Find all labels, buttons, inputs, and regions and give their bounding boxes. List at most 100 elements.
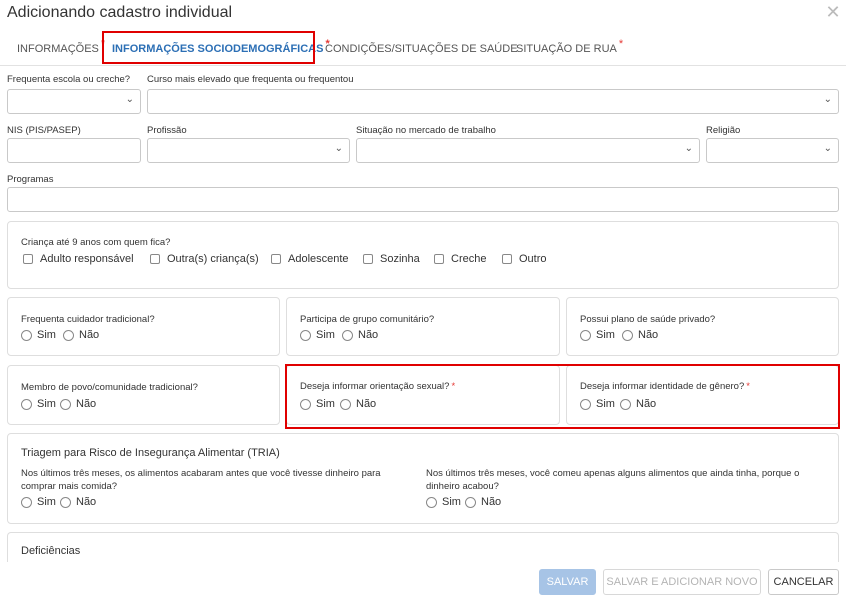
profissao-select[interactable]: ⌄ (147, 138, 350, 163)
radio-icon (60, 398, 71, 410)
mercado-trabalho-label: Situação no mercado de trabalho (356, 125, 496, 136)
programas-label: Programas (7, 174, 54, 185)
radio-label: Sim (37, 329, 56, 341)
radio-icon (21, 329, 32, 341)
checkbox-outro[interactable]: Outro (502, 253, 547, 265)
radio-icon (342, 329, 353, 341)
tab-label: SITUAÇÃO DE RUA (516, 43, 617, 55)
checkbox-icon (502, 254, 512, 264)
option-label: Outra(s) criança(s) (167, 253, 259, 265)
dialog-title: Adicionando cadastro individual (7, 4, 233, 21)
checkbox-adolescente[interactable]: Adolescente (271, 253, 349, 265)
radio-icon (465, 496, 476, 508)
option-label: Creche (451, 253, 487, 265)
deficiencias-title: Deficiências (21, 545, 81, 557)
radio-icon (580, 329, 591, 341)
nis-input[interactable] (7, 138, 141, 163)
chevron-down-icon: ⌄ (823, 94, 832, 105)
grupo-card: Participa de grupo comunitário? Sim Não (286, 297, 560, 356)
cuidador-radio-sim[interactable]: Sim (21, 329, 56, 341)
religiao-select[interactable]: ⌄ (706, 138, 839, 163)
curso-label: Curso mais elevado que frequenta ou freq… (147, 74, 354, 85)
radio-label: Não (79, 329, 100, 341)
checkbox-icon (434, 254, 444, 264)
radio-label: Sim (37, 496, 56, 508)
cuidador-question: Frequenta cuidador tradicional? (21, 314, 155, 325)
grupo-radio-nao[interactable]: Não (342, 329, 378, 341)
radio-label: Não (76, 398, 97, 410)
chevron-down-icon: ⌄ (334, 143, 343, 154)
religiao-label: Religião (706, 125, 741, 136)
radio-label: Sim (596, 329, 615, 341)
option-label: Adulto responsável (40, 253, 134, 265)
profissao-label: Profissão (147, 125, 187, 136)
tria-q2-radio-nao[interactable]: Não (465, 496, 501, 508)
crianca-question: Criança até 9 anos com quem fica? (21, 237, 171, 248)
tria-question-2: Nos últimos três meses, você comeu apena… (426, 468, 800, 492)
povo-radio-sim[interactable]: Sim (21, 398, 56, 410)
cuidador-card: Frequenta cuidador tradicional? Sim Não (7, 297, 280, 356)
option-label: Adolescente (288, 253, 349, 265)
radio-icon (21, 496, 32, 508)
radio-label: Sim (442, 496, 461, 508)
checkbox-outras-criancas[interactable]: Outra(s) criança(s) (150, 253, 259, 265)
cuidador-radio-nao[interactable]: Não (63, 329, 99, 341)
nis-label: NIS (PIS/PASEP) (7, 125, 81, 136)
radio-label: Não (358, 329, 379, 341)
radio-label: Não (76, 496, 97, 508)
grupo-radio-sim[interactable]: Sim (300, 329, 335, 341)
povo-card: Membro de povo/comunidade tradicional? S… (7, 365, 280, 425)
curso-select[interactable]: ⌄ (147, 89, 839, 114)
mercado-trabalho-select[interactable]: ⌄ (356, 138, 700, 163)
frequenta-escola-label: Frequenta escola ou creche? (7, 74, 131, 85)
radio-icon (300, 329, 311, 341)
checkbox-icon (271, 254, 281, 264)
checkbox-icon (23, 254, 33, 264)
required-questions-highlight (285, 364, 840, 429)
tria-question-1: Nos últimos três meses, os alimentos aca… (21, 468, 381, 492)
radio-label: Sim (37, 398, 56, 410)
checkbox-adulto-responsavel[interactable]: Adulto responsável (23, 253, 134, 265)
plano-radio-nao[interactable]: Não (622, 329, 658, 341)
chevron-down-icon: ⌄ (125, 94, 134, 105)
tab-label: INFORMAÇÕES (17, 43, 99, 55)
checkbox-sozinha[interactable]: Sozinha (363, 253, 420, 265)
plano-radio-sim[interactable]: Sim (580, 329, 615, 341)
required-marker: * (618, 38, 624, 50)
checkbox-creche[interactable]: Creche (434, 253, 486, 265)
crianca-card: Criança até 9 anos com quem fica? Adulto… (7, 221, 839, 289)
chevron-down-icon: ⌄ (823, 143, 832, 154)
tab-label: CONDIÇÕES/SITUAÇÕES DE SAÚDE (325, 43, 518, 55)
tab-condicoes-saude[interactable]: CONDIÇÕES/SITUAÇÕES DE SAÚDE (325, 43, 518, 55)
plano-card: Possui plano de saúde privado? Sim Não (566, 297, 839, 356)
radio-icon (426, 496, 437, 508)
povo-question: Membro de povo/comunidade tradicional? (21, 382, 198, 393)
cancel-button[interactable]: CANCELAR (768, 569, 839, 595)
option-label: Outro (519, 253, 547, 265)
save-button[interactable]: SALVAR (539, 569, 596, 595)
save-and-add-button[interactable]: SALVAR E ADICIONAR NOVO (603, 569, 761, 595)
radio-icon (63, 329, 74, 341)
grupo-question: Participa de grupo comunitário? (300, 314, 435, 325)
chevron-down-icon: ⌄ (684, 143, 693, 154)
radio-label: Sim (316, 329, 335, 341)
tab-situacao-rua[interactable]: SITUAÇÃO DE RUA * (516, 38, 623, 55)
radio-label: Não (638, 329, 659, 341)
tab-informacoes[interactable]: INFORMAÇÕES * (17, 38, 105, 55)
deficiencias-card: Deficiências (7, 532, 839, 562)
checkbox-icon (150, 254, 160, 264)
frequenta-escola-select[interactable]: ⌄ (7, 89, 141, 114)
programas-input[interactable] (7, 187, 839, 212)
close-icon[interactable]: ✕ (824, 2, 842, 23)
radio-label: Não (481, 496, 502, 508)
tria-card: Triagem para Risco de Insegurança Alimen… (7, 433, 839, 524)
tria-q2-radio-sim[interactable]: Sim (426, 496, 461, 508)
tria-q1-radio-sim[interactable]: Sim (21, 496, 56, 508)
checkbox-icon (363, 254, 373, 264)
tria-q1-radio-nao[interactable]: Não (60, 496, 96, 508)
active-tab-highlight (102, 31, 315, 64)
povo-radio-nao[interactable]: Não (60, 398, 96, 410)
radio-icon (622, 329, 633, 341)
radio-icon (60, 496, 71, 508)
plano-question: Possui plano de saúde privado? (580, 314, 716, 325)
